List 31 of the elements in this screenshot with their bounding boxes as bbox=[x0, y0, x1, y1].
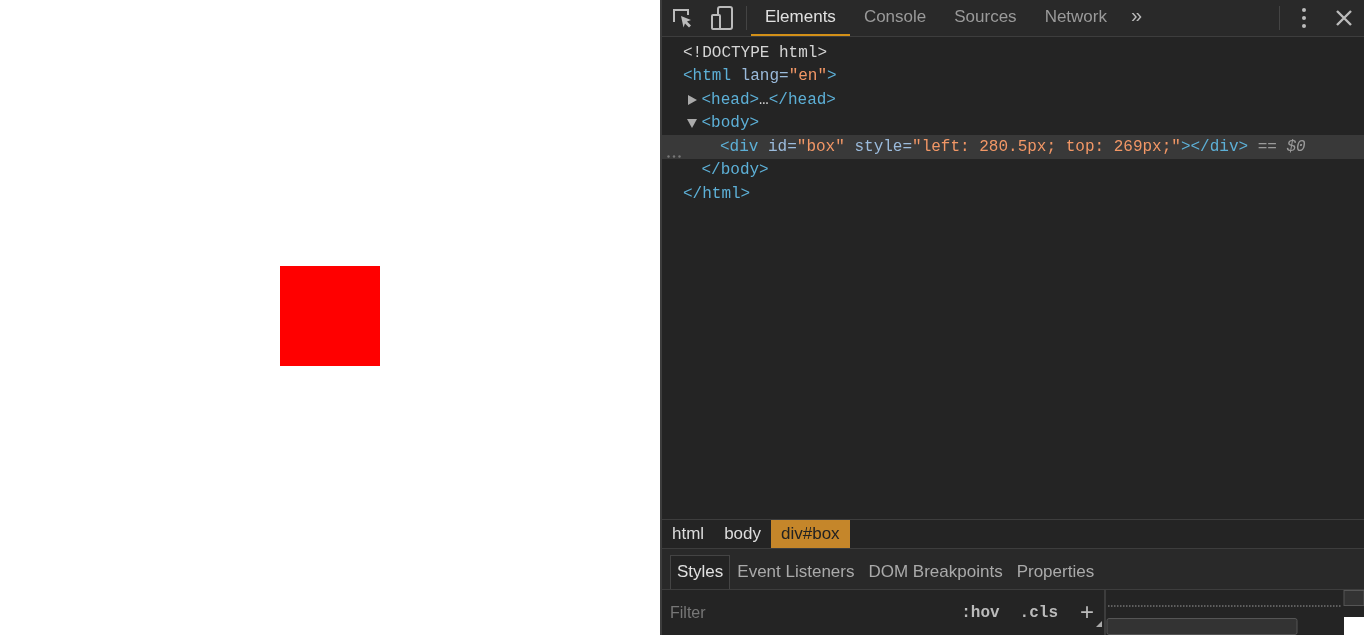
panel-tab[interactable]: Elements bbox=[751, 0, 850, 36]
sidebar-tab[interactable]: Properties bbox=[1009, 555, 1102, 589]
panel-tab[interactable]: Console bbox=[849, 0, 941, 36]
filter-field[interactable]: Filter bbox=[668, 602, 950, 623]
sidebar-tab[interactable]: DOM Breakpoints bbox=[861, 555, 1010, 589]
dom-tree-row[interactable]: <body> bbox=[662, 111, 1364, 135]
dom-tree-row[interactable]: <html lang="en"> bbox=[662, 64, 1364, 88]
sidebar-tab[interactable]: Styles bbox=[670, 555, 731, 589]
panel-tab[interactable]: Sources bbox=[940, 0, 1031, 36]
close-icon[interactable] bbox=[1336, 10, 1352, 26]
dom-tree-row[interactable]: <!DOCTYPE html> bbox=[662, 41, 1364, 65]
device-icon[interactable] bbox=[711, 6, 733, 30]
resize-corner-icon[interactable] bbox=[1096, 621, 1102, 627]
dom-tree-row[interactable]: </html> bbox=[662, 182, 1364, 206]
filter-toolbar-button[interactable]: .cls bbox=[1011, 603, 1066, 622]
expanded-triangle-icon[interactable] bbox=[686, 118, 697, 129]
collapsed-triangle-icon[interactable] bbox=[686, 94, 697, 105]
breadcrumb[interactable]: body bbox=[714, 520, 771, 548]
breadcrumb[interactable]: div#box bbox=[771, 520, 850, 548]
panel-tab[interactable]: Network bbox=[1030, 0, 1121, 36]
dom-tree-row[interactable]: </body> bbox=[662, 158, 1364, 182]
ellipsis-icon[interactable] bbox=[667, 155, 681, 158]
dom-tree-row[interactable]: <head>…</head> bbox=[662, 88, 1364, 112]
dom-tree-row[interactable]: <div id="box" style="left: 280.5px; top: 269px;"></div> == $0 bbox=[662, 135, 1364, 159]
inspect-icon[interactable] bbox=[671, 7, 693, 29]
filter-toolbar-button[interactable]: + bbox=[1070, 597, 1104, 628]
filter-toolbar-button[interactable]: :hov bbox=[953, 603, 1008, 622]
sidebar-tab[interactable]: Event Listeners bbox=[730, 555, 862, 589]
breadcrumb[interactable]: html bbox=[662, 520, 715, 548]
kebab-menu-icon[interactable] bbox=[1302, 8, 1306, 28]
more-tabs-button[interactable]: » bbox=[1121, 0, 1153, 36]
